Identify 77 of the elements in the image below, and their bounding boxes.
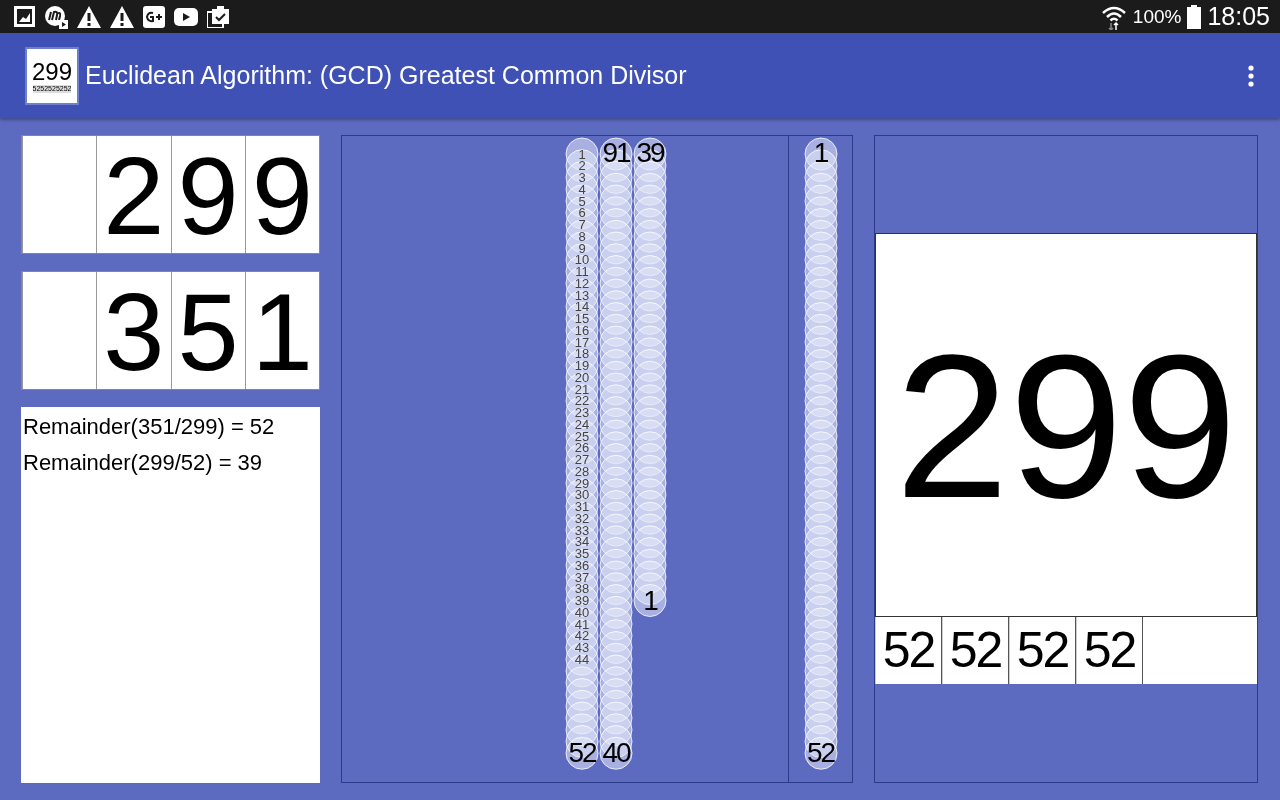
app-title: Euclidean Algorithm: (GCD) Greatest Common Divisor bbox=[85, 61, 688, 90]
counter-label: 9 bbox=[578, 241, 586, 255]
result-cell: 52 bbox=[1076, 617, 1143, 684]
counter-label: 6 bbox=[577, 206, 587, 220]
bead-value: 1 bbox=[642, 586, 659, 615]
counter-label: 11 bbox=[574, 265, 590, 278]
counter-label: 27 bbox=[573, 453, 591, 466]
counter-label: 12 bbox=[573, 276, 591, 290]
warning-icon bbox=[110, 5, 134, 28]
counter-label: 7 bbox=[577, 218, 587, 231]
result-cell: 52 bbox=[942, 617, 1009, 684]
warning-icon bbox=[77, 5, 101, 28]
counter-label: 13 bbox=[573, 288, 591, 302]
bead-value: 1 bbox=[812, 139, 829, 167]
counter-label: 37 bbox=[573, 570, 591, 584]
bead-value: 52 bbox=[805, 739, 836, 768]
counter-label: 20 bbox=[573, 370, 591, 384]
result-value: 299 bbox=[875, 233, 1257, 617]
counter-label: 26 bbox=[573, 441, 591, 455]
counter-label: 34 bbox=[573, 535, 591, 549]
counter-label: 42 bbox=[573, 629, 591, 643]
counter-label: 4 bbox=[577, 182, 587, 196]
counter-label: 23 bbox=[573, 406, 591, 419]
image-icon bbox=[14, 6, 35, 27]
counter-label: 16 bbox=[573, 323, 591, 337]
counter-label: 3 bbox=[577, 171, 587, 184]
bead-value: 40 bbox=[601, 739, 632, 768]
app-notification-icon bbox=[44, 4, 68, 29]
digit-cell: 5 bbox=[170, 272, 245, 389]
battery-level: 100% bbox=[1132, 5, 1182, 28]
counter-label: 33 bbox=[573, 523, 591, 537]
counter-label: 41 bbox=[573, 617, 591, 631]
bead-value: 39 bbox=[635, 139, 666, 167]
counter-label: 15 bbox=[573, 312, 591, 325]
battery-icon bbox=[1187, 4, 1202, 29]
counter-label: 18 bbox=[573, 347, 591, 361]
counter-label: 28 bbox=[573, 464, 591, 478]
result-cell: 52 bbox=[875, 617, 942, 684]
counter-label: 38 bbox=[573, 582, 591, 596]
counter-label: 25 bbox=[573, 429, 591, 443]
plus-icon bbox=[143, 5, 165, 28]
counter-label: 29 bbox=[573, 476, 591, 490]
digit-cell: 9 bbox=[244, 136, 319, 253]
counter-label: 8 bbox=[577, 229, 587, 243]
digit-cell: 9 bbox=[170, 136, 245, 253]
clipboard-check-icon bbox=[207, 5, 229, 28]
counter-label: 40 bbox=[573, 605, 591, 619]
counter-label: 22 bbox=[573, 394, 591, 408]
counter-label: 21 bbox=[573, 382, 591, 396]
remainder-line: Remainder(299/52) = 39 bbox=[23, 449, 264, 477]
bead-value: 91 bbox=[601, 139, 632, 167]
counter-label: 31 bbox=[573, 500, 591, 513]
counter-label: 19 bbox=[573, 359, 591, 372]
overflow-menu-icon[interactable] bbox=[1248, 64, 1254, 87]
counter-label: 43 bbox=[573, 641, 591, 654]
bead-value: 52 bbox=[567, 739, 598, 768]
counter-label: 35 bbox=[573, 547, 591, 560]
counter-label: 10 bbox=[573, 253, 591, 267]
counter-label: 5 bbox=[577, 194, 587, 208]
digit-cell: 1 bbox=[244, 272, 319, 389]
play-icon bbox=[174, 7, 198, 26]
digit-cell: 2 bbox=[96, 136, 171, 253]
counter-label: 2 bbox=[577, 159, 587, 173]
counter-label: 17 bbox=[573, 335, 591, 349]
counter-label: 30 bbox=[573, 488, 591, 502]
result-cell: 52 bbox=[1009, 617, 1076, 684]
counter-label: 1 bbox=[577, 147, 587, 161]
counter-label: 44 bbox=[573, 652, 591, 666]
counter-label: 32 bbox=[573, 511, 591, 525]
app-icon-number: 299 bbox=[31, 58, 72, 85]
digit-cell: 3 bbox=[96, 272, 171, 389]
counter-label: 14 bbox=[573, 300, 591, 314]
counter-label: 36 bbox=[573, 558, 591, 572]
counter-label: 39 bbox=[573, 594, 591, 607]
remainder-line: Remainder(351/299) = 52 bbox=[23, 413, 276, 441]
counter-label: 24 bbox=[573, 417, 591, 431]
clock: 18:05 bbox=[1207, 2, 1270, 31]
